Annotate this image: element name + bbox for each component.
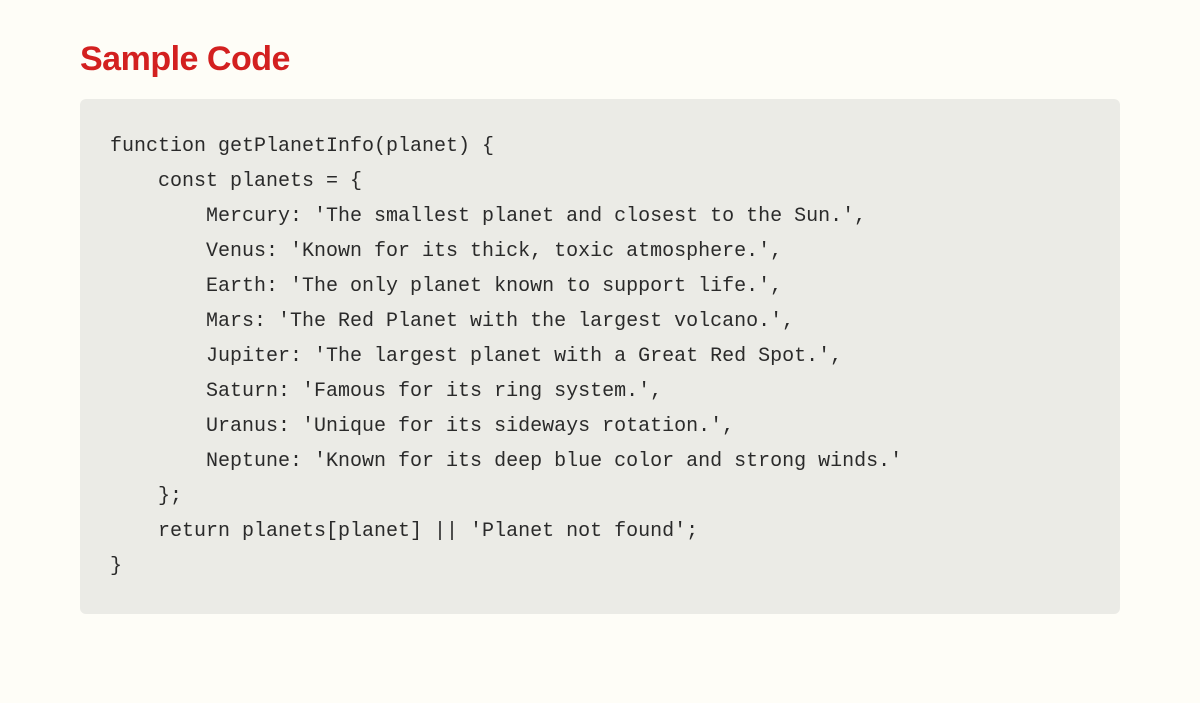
section-heading: Sample Code xyxy=(80,40,1120,79)
code-block: function getPlanetInfo(planet) { const p… xyxy=(80,99,1120,614)
